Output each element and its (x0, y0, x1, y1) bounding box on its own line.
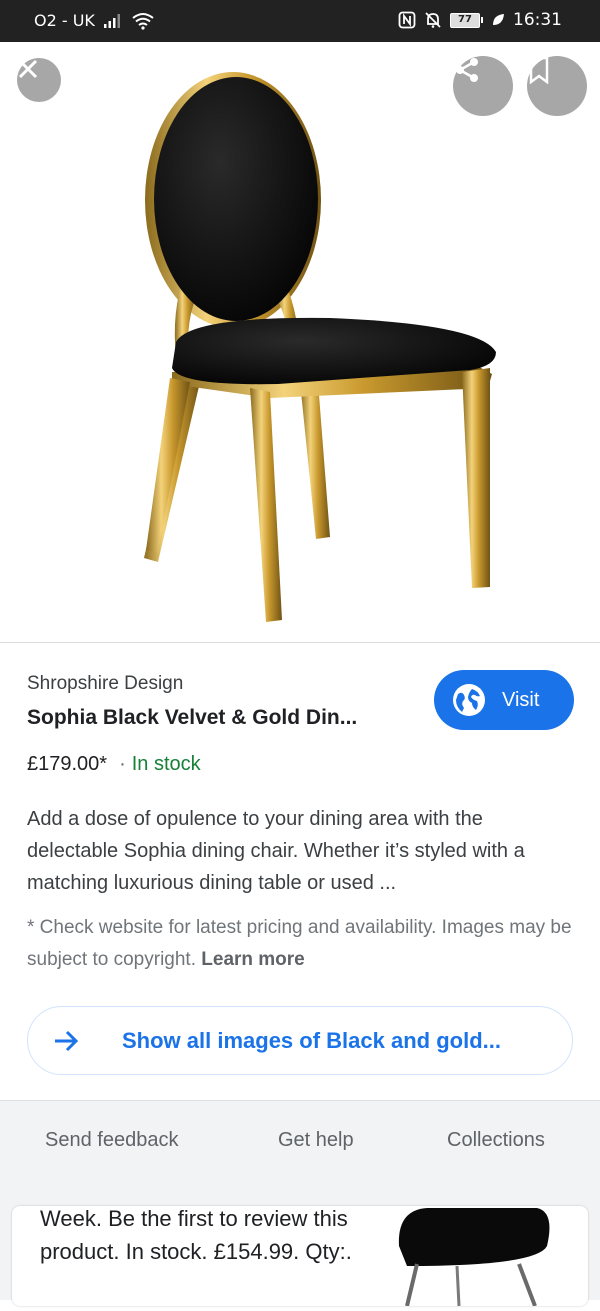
visit-label: Visit (502, 688, 540, 711)
show-all-images-button[interactable]: Show all images of Black and gold... (27, 1006, 573, 1075)
status-left: O2 - UK (34, 11, 155, 30)
collections-link[interactable]: Collections (447, 1129, 545, 1152)
product-image[interactable] (0, 42, 600, 642)
globe-icon (453, 684, 485, 716)
send-feedback-link[interactable]: Send feedback (45, 1129, 178, 1152)
product-description: Add a dose of opulence to your dining ar… (27, 808, 525, 894)
leaf-icon (493, 14, 504, 25)
signal-icon (103, 13, 120, 28)
show-all-label: Show all images of Black and gold... (122, 1027, 501, 1053)
disclaimer: * Check website for latest pricing and a… (27, 912, 577, 976)
price: £179.00* (27, 753, 108, 775)
product-title[interactable]: Sophia Black Velvet & Gold Din... (27, 706, 357, 730)
battery-level: 77 (450, 12, 480, 28)
arrow-right-icon (52, 1027, 80, 1055)
bookmark-icon (529, 56, 549, 84)
get-help-link[interactable]: Get help (278, 1129, 354, 1152)
footer: Send feedback Get help Collections (0, 1100, 600, 1180)
carrier-label: O2 - UK (34, 11, 95, 30)
price-separator: · (119, 753, 126, 775)
battery-indicator: 77 (450, 12, 483, 28)
bookmark-button[interactable] (527, 56, 587, 116)
result-card-thumbnail[interactable] (387, 1206, 561, 1307)
visit-button[interactable]: Visit (434, 670, 574, 730)
battery-tip (481, 17, 483, 23)
close-button[interactable] (17, 58, 61, 102)
result-card-text: Week. Be the first to review this produc… (40, 1206, 352, 1264)
merchant-name: Shropshire Design (27, 673, 184, 694)
stock-status: In stock (131, 753, 201, 775)
status-time: 16:31 (513, 10, 562, 30)
close-icon (18, 59, 38, 79)
wifi-icon (132, 12, 154, 30)
price-row: £179.00* · In stock (27, 753, 201, 776)
chair-image (144, 72, 496, 622)
bell-off-icon (425, 12, 441, 28)
chair-thumbnail (398, 1208, 550, 1307)
status-bar: O2 - UK 77 16:31 (0, 0, 600, 42)
nfc-icon (398, 11, 416, 29)
learn-more-link[interactable]: Learn more (201, 949, 304, 970)
share-button[interactable] (453, 56, 513, 116)
divider (0, 642, 600, 643)
status-right: 77 16:31 (398, 10, 562, 30)
share-icon (456, 58, 478, 82)
